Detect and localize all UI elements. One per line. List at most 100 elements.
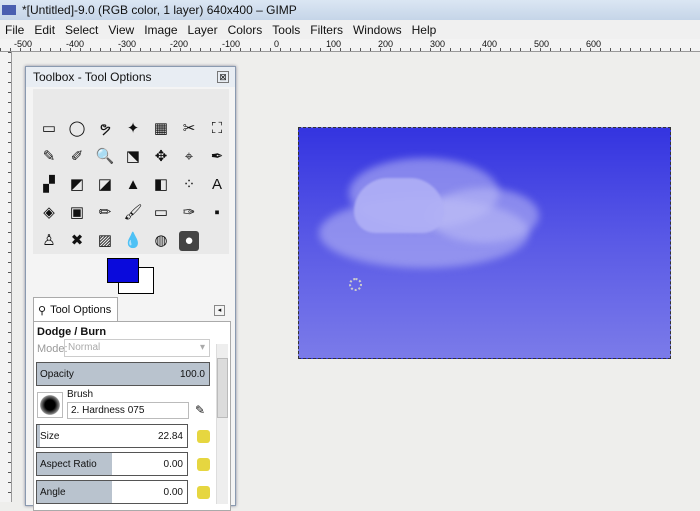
tool-button[interactable]: 💧: [123, 231, 143, 251]
opacity-slider[interactable]: Opacity 100.0: [36, 362, 210, 386]
tool-button[interactable]: ◍: [151, 231, 171, 251]
tab-tool-options[interactable]: ⚲ Tool Options: [33, 297, 118, 322]
ruler-label: 300: [430, 39, 446, 49]
ruler-label: -300: [118, 39, 137, 49]
tool-button[interactable]: ▭: [39, 119, 59, 139]
window-title: *[Untitled]-9.0 (RGB color, 1 layer) 640…: [22, 3, 297, 17]
tool-button[interactable]: ⛶: [207, 119, 227, 139]
tab-label: Tool Options: [50, 304, 112, 316]
reset-icon[interactable]: [197, 458, 210, 471]
gimp-icon: [2, 5, 16, 15]
toolbox-window: Toolbox - Tool Options ⊠ ▭ ◯ ຯ ✦ ▦ ✂ ⛶ ✎ ✐ 🔍 ⬔ ✥ ⌖ ✒ ▞…: [25, 66, 236, 511]
vertical-ruler[interactable]: [0, 52, 12, 502]
scrollbar[interactable]: [216, 344, 228, 504]
angle-label: Angle: [40, 486, 66, 498]
ruler-label: 0: [274, 39, 280, 49]
menu-select[interactable]: Select: [65, 23, 98, 37]
reset-icon[interactable]: [197, 486, 210, 499]
ruler-label: 200: [378, 39, 394, 49]
tool-button[interactable]: A: [207, 175, 227, 195]
opacity-label: Opacity: [40, 368, 74, 380]
tool-button[interactable]: ▪: [207, 203, 227, 223]
tool-button[interactable]: ⬔: [123, 147, 143, 167]
tool-button[interactable]: ▲: [123, 175, 143, 195]
menu-help[interactable]: Help: [412, 23, 437, 37]
edit-brush-icon[interactable]: ✎: [195, 403, 205, 417]
size-slider[interactable]: Size 22.84: [36, 424, 188, 448]
tool-button[interactable]: ✂: [179, 119, 199, 139]
tool-button[interactable]: ⁘: [179, 175, 199, 195]
tab-menu-button[interactable]: ◂: [214, 305, 225, 316]
tool-button[interactable]: ✏: [95, 203, 115, 223]
size-label: Size: [40, 430, 60, 442]
menu-image[interactable]: Image: [144, 23, 177, 37]
menu-tools[interactable]: Tools: [272, 23, 300, 37]
tool-heading: Dodge / Burn: [37, 326, 107, 338]
tool-button[interactable]: ▦: [151, 119, 171, 139]
menu-filters[interactable]: Filters: [310, 23, 343, 37]
mode-select[interactable]: Normal ▾: [64, 339, 210, 357]
menu-bar: File Edit Select View Image Layer Colors Tools F…: [0, 20, 700, 39]
tool-button[interactable]: ◈: [39, 203, 59, 223]
tool-button[interactable]: ⌖: [179, 147, 199, 167]
title-bar: *[Untitled]-9.0 (RGB color, 1 layer) 640…: [0, 0, 700, 20]
tool-button[interactable]: ◧: [151, 175, 171, 195]
cloud-core: [354, 178, 444, 233]
angle-value: 0.00: [163, 486, 183, 498]
ruler-label: 600: [586, 39, 602, 49]
tool-button[interactable]: 🖌: [123, 203, 143, 223]
image-canvas[interactable]: [298, 127, 671, 359]
horizontal-ruler[interactable]: -500 -400 -300 -200 -100 0 100 200 300 400 500 600: [0, 39, 700, 52]
angle-slider[interactable]: Angle 0.00: [36, 480, 188, 504]
mode-value: Normal: [68, 342, 101, 353]
aspect-ratio-label: Aspect Ratio: [40, 458, 97, 470]
ruler-label: -100: [222, 39, 241, 49]
tool-button[interactable]: 🔍: [95, 147, 115, 167]
tool-button[interactable]: ▭: [151, 203, 171, 223]
ruler-label: 100: [326, 39, 342, 49]
tool-button[interactable]: ✐: [67, 147, 87, 167]
tool-button[interactable]: ✖: [67, 231, 87, 251]
ruler-label: 500: [534, 39, 550, 49]
tool-button[interactable]: ▞: [39, 175, 59, 195]
cloud: [429, 188, 539, 243]
tool-button[interactable]: ຯ: [95, 119, 115, 139]
tool-button[interactable]: ▨: [95, 231, 115, 251]
size-value: 22.84: [157, 430, 183, 442]
tool-options-icon: ⚲: [38, 304, 47, 317]
tool-button[interactable]: ✥: [151, 147, 171, 167]
ruler-label: -200: [170, 39, 189, 49]
menu-colors[interactable]: Colors: [228, 23, 263, 37]
tool-grid: ▭ ◯ ຯ ✦ ▦ ✂ ⛶ ✎ ✐ 🔍 ⬔ ✥ ⌖ ✒ ▞ ◩ ◪ ▲ ◧ ⁘ A ◈ ▣ ✏ 🖌 ▭ ✑ ▪ ♙ ✖ ▨ 💧 ◍ ●: [33, 89, 229, 254]
tool-button[interactable]: ✎: [39, 147, 59, 167]
tool-button[interactable]: ✦: [123, 119, 143, 139]
tool-button[interactable]: ◯: [67, 119, 87, 139]
tool-button[interactable]: ●: [179, 231, 199, 251]
reset-icon[interactable]: [197, 430, 210, 443]
brush-field[interactable]: 2. Hardness 075: [67, 402, 189, 419]
menu-edit[interactable]: Edit: [34, 23, 55, 37]
aspect-ratio-slider[interactable]: Aspect Ratio 0.00: [36, 452, 188, 476]
menu-file[interactable]: File: [5, 23, 24, 37]
tool-button[interactable]: ✑: [179, 203, 199, 223]
menu-layer[interactable]: Layer: [188, 23, 218, 37]
brush-preview[interactable]: [37, 392, 63, 418]
tool-button[interactable]: ♙: [39, 231, 59, 251]
ruler-label: 400: [482, 39, 498, 49]
foreground-color-swatch[interactable]: [107, 258, 139, 283]
brush-label: Brush: [67, 389, 94, 400]
tool-options-panel: Dodge / Burn Mode: Normal ▾ Opacity 100.0 …: [33, 321, 231, 511]
menu-windows[interactable]: Windows: [353, 23, 402, 37]
mode-label: Mode:: [37, 343, 68, 355]
close-button[interactable]: ⊠: [217, 71, 229, 83]
tool-button[interactable]: ◩: [67, 175, 87, 195]
chevron-down-icon: ▾: [199, 342, 205, 353]
tool-button[interactable]: ✒: [207, 147, 227, 167]
tool-button[interactable]: ▣: [67, 203, 87, 223]
menu-view[interactable]: View: [108, 23, 134, 37]
ruler-label: -500: [14, 39, 33, 49]
toolbox-title: Toolbox - Tool Options: [33, 70, 152, 84]
aspect-ratio-value: 0.00: [163, 458, 183, 470]
opacity-value: 100.0: [179, 368, 205, 380]
tool-button[interactable]: ◪: [95, 175, 115, 195]
